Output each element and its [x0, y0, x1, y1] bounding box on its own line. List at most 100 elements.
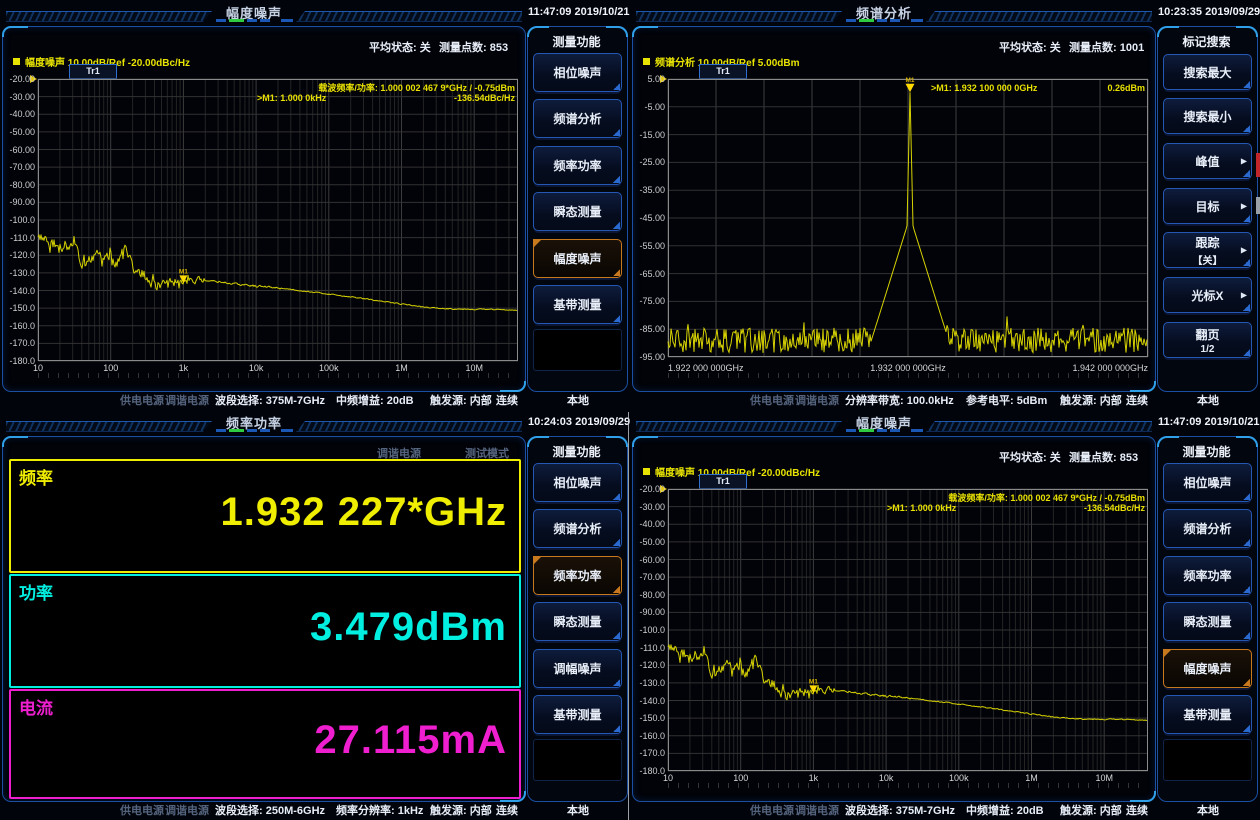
local-indicator: 本地 — [1186, 392, 1230, 408]
menu-item-1[interactable]: 相位噪声 — [533, 463, 622, 502]
y-tick-label: -50.00 — [633, 537, 665, 547]
status-item: 波段选择: 250M-6GHz — [215, 802, 325, 818]
trace-tag[interactable]: Tr1 — [69, 64, 117, 79]
clock: 10:23:35 2019/09/29 — [1158, 6, 1258, 18]
titlebar-hatch-right — [296, 421, 522, 432]
menu-item-6[interactable]: 基带测量 — [1163, 695, 1252, 734]
menu-item-5[interactable]: 跟踪【关】▶ — [1163, 232, 1252, 268]
menu-item-2[interactable]: 频谱分析 — [533, 99, 622, 138]
marker-annotation: >M1: 1.932 100 000 0GHz0.26dBm — [931, 83, 1145, 93]
measure-points-label: 测量点数: 1001 — [1069, 39, 1144, 55]
x-tick-label: 100k — [939, 773, 979, 783]
y-tick-label: -170.0 — [633, 748, 665, 758]
menu-item-4[interactable]: 瞬态测量 — [533, 192, 622, 231]
screen-edge-red-strip — [1256, 153, 1260, 177]
menu-item-4[interactable]: 目标▶ — [1163, 188, 1252, 224]
menu-item-label: 相位噪声 — [1183, 474, 1231, 491]
menu-item-7[interactable]: 翻页1/2 — [1163, 322, 1252, 358]
y-tick-label: 5.00 — [633, 74, 665, 84]
menu-item-label: 峰值 — [1195, 153, 1219, 170]
menu-item-label: 目标 — [1195, 198, 1219, 215]
menu-item-4[interactable]: 瞬态测量 — [533, 602, 622, 641]
status-item: 调谐电源 — [795, 392, 839, 408]
menu-item-6[interactable]: 基带测量 — [533, 285, 622, 324]
svg-text:M1: M1 — [905, 77, 914, 84]
status-item: 供电电源 — [120, 392, 164, 408]
readout-value: 27.115mA — [314, 718, 507, 763]
menu-item-label: 瞬态测量 — [553, 613, 601, 630]
menu-item-3[interactable]: 频率功率 — [533, 146, 622, 185]
y-tick-label: -50.00 — [3, 127, 35, 137]
menu-item-sublabel: 【关】 — [1193, 252, 1223, 267]
y-tick-label: -35.00 — [633, 185, 665, 195]
status-bar: 供电电源调谐电源波段选择: 375M-7GHz中频增益: 20dB触发源: 内部… — [630, 802, 1260, 818]
local-indicator: 本地 — [556, 802, 600, 818]
y-tick-label: -90.00 — [633, 607, 665, 617]
x-tick-label: 100k — [309, 363, 349, 373]
y-tick-label: -100.0 — [633, 625, 665, 635]
y-tick-label: -90.00 — [3, 197, 35, 207]
menu-item-sublabel: 1/2 — [1201, 344, 1215, 355]
trace-tag[interactable]: Tr1 — [699, 474, 747, 489]
menu-item-3[interactable]: 峰值 ▶ — [1163, 143, 1252, 179]
menu-item-6[interactable]: 基带测量 — [533, 695, 622, 734]
y-tick-label: -70.00 — [3, 162, 35, 172]
menu-item-label: 翻页 — [1195, 326, 1219, 343]
menu-empty-slot — [533, 739, 622, 781]
y-tick-label: -20.00 — [3, 74, 35, 84]
x-tick-label: 10M — [454, 363, 494, 373]
menu-item-6[interactable]: 光标X▶ — [1163, 277, 1252, 313]
status-item: 调谐电源 — [165, 392, 209, 408]
y-tick-label: -120.0 — [3, 250, 35, 260]
trace-tag[interactable]: Tr1 — [699, 64, 747, 79]
submenu-arrow-icon: ▶ — [1241, 157, 1247, 166]
x-tick-label: 10 — [18, 363, 58, 373]
titlebar-hatch-left — [6, 421, 212, 432]
menu-item-2[interactable]: 频谱分析 — [1163, 509, 1252, 548]
readout-panel: 调谐电源 测试模式 频率1.932 227*GHz功率3.479dBm电流27.… — [2, 436, 526, 802]
svg-text:M1: M1 — [179, 268, 188, 275]
menu-item-4[interactable]: 瞬态测量 — [1163, 602, 1252, 641]
status-item: 触发源: 内部 — [1060, 392, 1122, 408]
x-tick-label: 1.942 000 000GHz — [1038, 363, 1148, 373]
menu-item-label: 基带测量 — [553, 296, 601, 313]
y-tick-label: -65.00 — [633, 269, 665, 279]
menu-item-5[interactable]: 幅度噪声 — [1163, 649, 1252, 688]
menu-item-label: 幅度噪声 — [553, 250, 601, 267]
readout-current: 电流27.115mA — [9, 689, 521, 799]
menu-item-1[interactable]: 搜索最大 — [1163, 54, 1252, 90]
y-tick-label: -45.00 — [633, 213, 665, 223]
menu-item-3[interactable]: 频率功率 — [1163, 556, 1252, 595]
menu-item-1[interactable]: 相位噪声 — [533, 53, 622, 92]
menu-item-label: 瞬态测量 — [553, 203, 601, 220]
menu-item-3[interactable]: 频率功率 — [533, 556, 622, 595]
status-item: 调谐电源 — [165, 802, 209, 818]
status-item: 供电电源 — [750, 392, 794, 408]
quadrant-frequency-power: 频率功率 10:24:03 2019/09/29 调谐电源 测试模式 频率1.9… — [0, 410, 630, 820]
y-tick-label: -160.0 — [633, 731, 665, 741]
menu-item-2[interactable]: 搜索最小 — [1163, 98, 1252, 134]
y-tick-label: -80.00 — [633, 590, 665, 600]
menu-header: 测量功能 — [1167, 443, 1246, 460]
menu-item-5[interactable]: 幅度噪声 — [533, 239, 622, 278]
titlebar-hatch-left — [636, 421, 842, 432]
minor-tick-strip — [668, 783, 1148, 788]
status-item: 触发源: 内部 — [430, 392, 492, 408]
status-item: 中频增益: 20dB — [336, 392, 414, 408]
menu-item-label: 幅度噪声 — [1183, 660, 1231, 677]
menu-item-label: 频谱分析 — [1183, 520, 1231, 537]
status-item: 触发源: 内部 — [430, 802, 492, 818]
clock: 10:24:03 2019/09/29 — [528, 416, 628, 428]
y-tick-label: -150.0 — [633, 713, 665, 723]
menu-item-label: 搜索最小 — [1183, 108, 1231, 125]
spectrum-plot: M1 — [668, 79, 1148, 361]
menu-item-2[interactable]: 频谱分析 — [533, 509, 622, 548]
menu-item-1[interactable]: 相位噪声 — [1163, 463, 1252, 502]
status-item: 调谐电源 — [795, 802, 839, 818]
y-tick-label: -130.0 — [3, 268, 35, 278]
menu-item-label: 光标X — [1191, 287, 1223, 304]
menu-item-5[interactable]: 调幅噪声 — [533, 649, 622, 688]
menu-item-label: 频率功率 — [1183, 567, 1231, 584]
quadrant-separator-line — [628, 412, 629, 820]
menu-item-label: 频率功率 — [553, 567, 601, 584]
